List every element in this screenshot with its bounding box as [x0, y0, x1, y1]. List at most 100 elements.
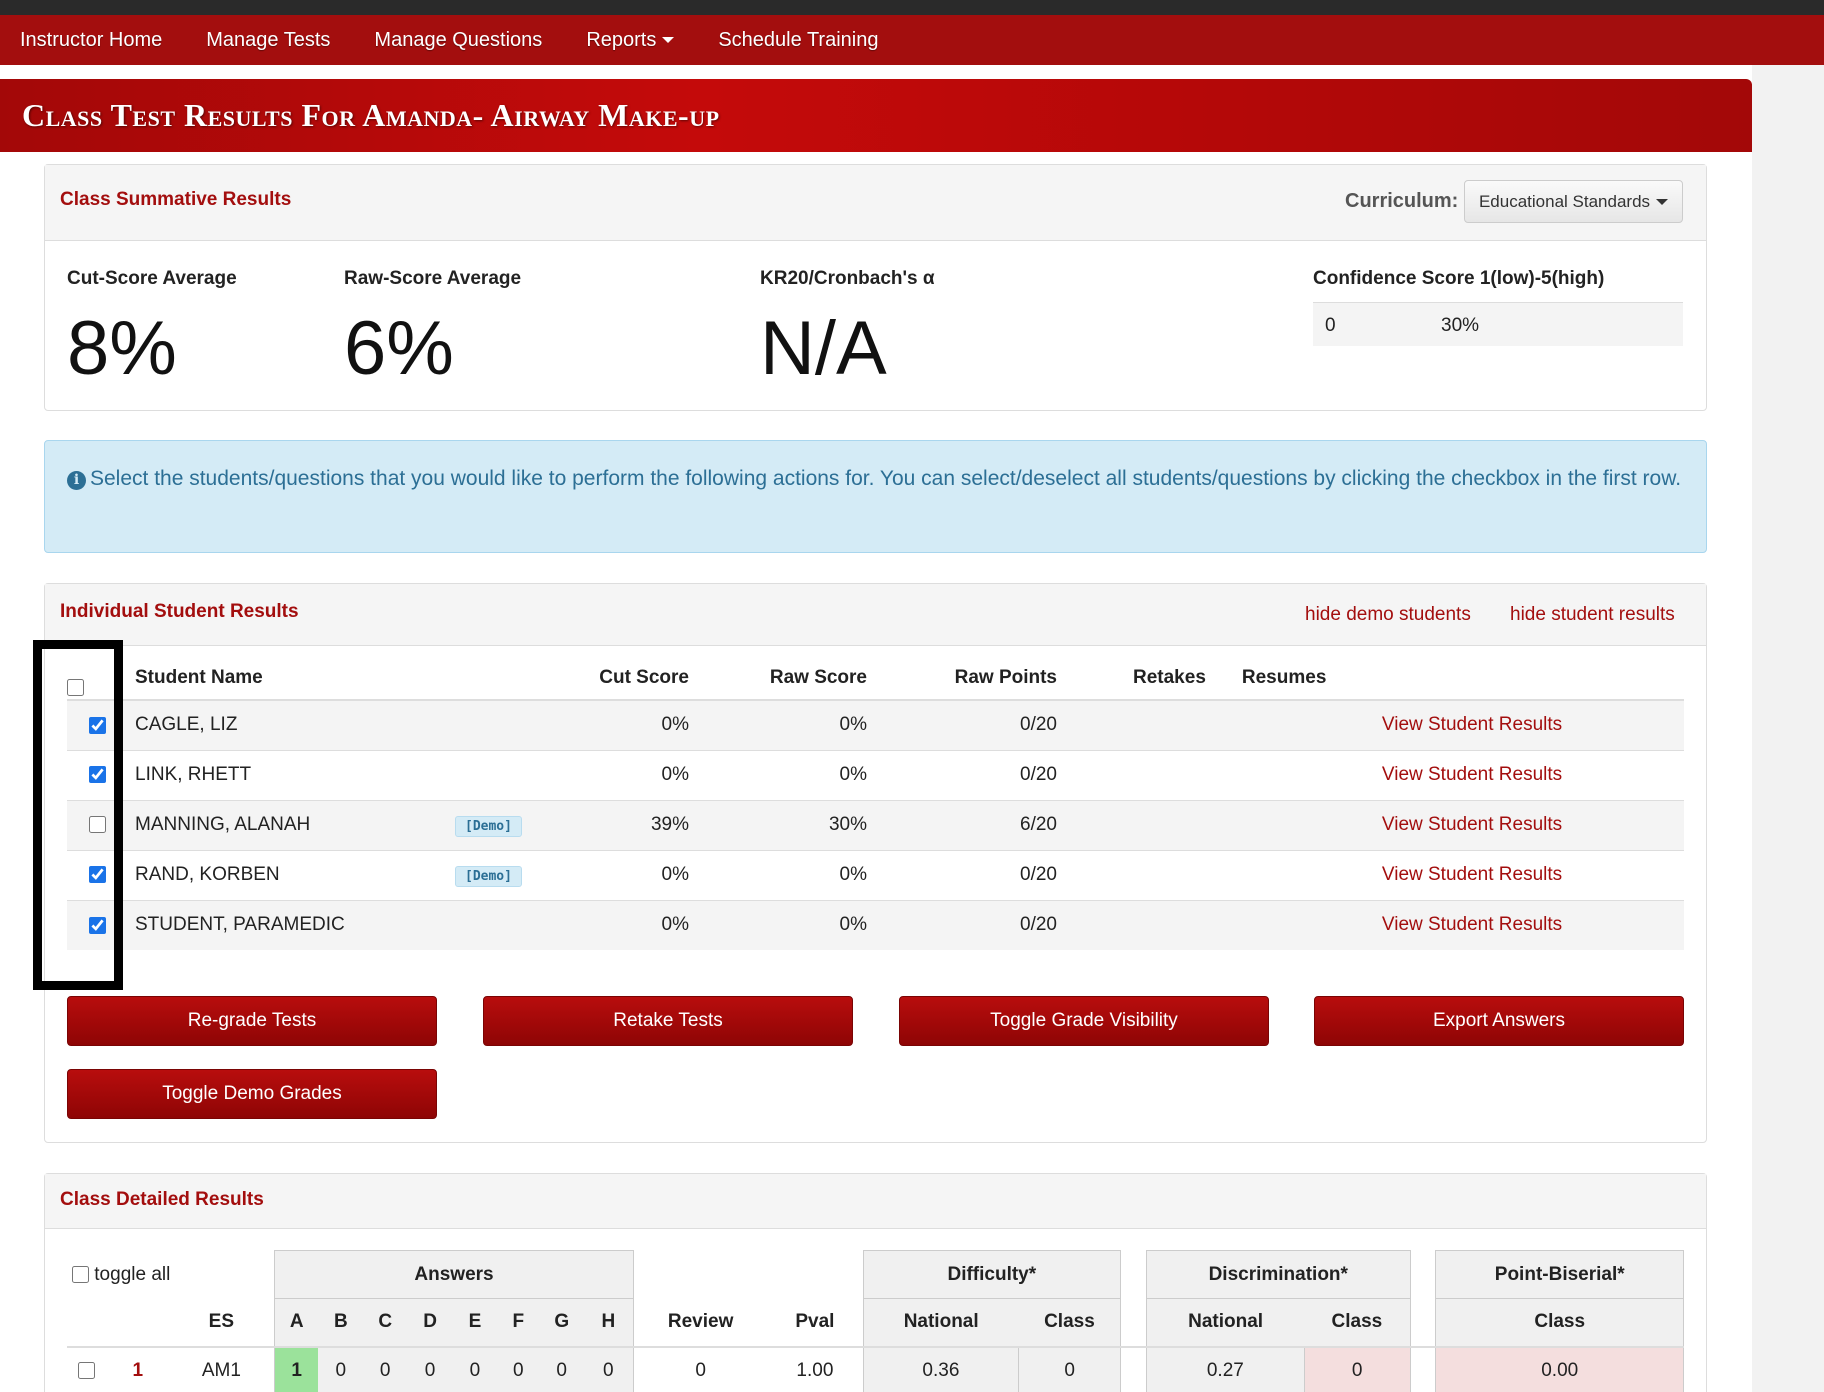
col-answer-g: G [539, 1298, 584, 1348]
answer-a-count: 1 [273, 1346, 319, 1392]
student-name: LINK, RHETT [127, 749, 447, 800]
spacer [1410, 1251, 1436, 1299]
toggle-all-cell: toggle all [67, 1251, 274, 1299]
student-resumes [1213, 699, 1374, 750]
export-answers-button[interactable]: Export Answers [1314, 996, 1684, 1046]
row-es: AM1 [201, 1360, 241, 1381]
summative-panel-header: Class Summative Results Curriculum: Educ… [45, 165, 1706, 241]
student-cut-score: 0% [547, 699, 697, 750]
col-es: ES [168, 1298, 275, 1348]
student-actions-cell: View Student Results [1373, 849, 1684, 900]
spacer [634, 1251, 864, 1299]
student-cut-score: 0% [547, 899, 697, 950]
detail-panel: Class Detailed Results toggle all Answer… [44, 1173, 1707, 1392]
kr20-label: KR20/Cronbach's α [760, 268, 935, 289]
retake-tests-button[interactable]: Retake Tests [483, 996, 853, 1046]
hide-student-results-link[interactable]: hide student results [1510, 604, 1675, 626]
col-answer-c: C [363, 1298, 408, 1348]
row-review: 0 [695, 1360, 706, 1381]
spacer [1121, 1251, 1147, 1299]
row-disc-class: 0 [1304, 1346, 1411, 1392]
student-row: RAND, KORBEN [Demo] 0% 0% 0/20 View Student R… [67, 849, 1684, 900]
toggle-grade-visibility-button[interactable]: Toggle Grade Visibility [899, 996, 1269, 1046]
answer-g-count: 0 [539, 1346, 584, 1392]
detail-subheader-row: ES A B C D E F G H Review Pval National … [67, 1298, 1684, 1348]
student-resumes [1213, 749, 1374, 800]
nav-reports[interactable]: Reports [586, 29, 675, 52]
row-index[interactable]: 1 [107, 1347, 169, 1392]
col-index [106, 1298, 169, 1348]
col-diff-class: Class [1018, 1298, 1122, 1348]
col-cut-score: Cut Score [547, 654, 697, 701]
nav-manage-tests[interactable]: Manage Tests [206, 29, 330, 52]
student-resumes [1213, 849, 1374, 900]
student-cut-score: 39% [547, 799, 697, 850]
toggle-all-checkbox[interactable] [72, 1265, 89, 1283]
student-name: MANNING, ALANAH [127, 799, 447, 850]
answer-e-count: 0 [453, 1346, 497, 1392]
student-name: RAND, KORBEN [127, 849, 447, 900]
page-banner: Class Test Results For Amanda- Airway Ma… [0, 79, 1752, 152]
col-demo [447, 654, 547, 701]
student-row: MANNING, ALANAH [Demo] 39% 30% 6/20 View Stud… [67, 799, 1684, 850]
student-actions-cell: View Student Results [1373, 799, 1684, 850]
toggle-all-label: toggle all [94, 1263, 171, 1285]
spacer [1410, 1347, 1436, 1392]
spacer [1121, 1347, 1147, 1392]
summative-title: Class Summative Results [60, 189, 292, 210]
demo-cell: [Demo] [447, 849, 547, 900]
col-disc-class: Class [1304, 1298, 1411, 1348]
view-student-results-link[interactable]: View Student Results [1382, 914, 1562, 935]
top-utility-strip [0, 0, 1824, 15]
students-table: Student Name Cut Score Raw Score Raw Poi… [67, 654, 1684, 950]
col-select [67, 1298, 107, 1348]
summative-panel: Class Summative Results Curriculum: Educ… [44, 164, 1707, 411]
col-diff-national: National [862, 1298, 1019, 1348]
discrimination-group-header: Discrimination* [1145, 1250, 1411, 1299]
main-navbar: Instructor Home Manage Tests Manage Ques… [0, 15, 1824, 65]
detail-title: Class Detailed Results [60, 1189, 264, 1210]
page-title: Class Test Results For Amanda- Airway Ma… [22, 97, 720, 133]
hide-demo-students-link[interactable]: hide demo students [1305, 604, 1471, 626]
student-raw-score: 0% [697, 899, 875, 950]
student-cut-score: 0% [547, 749, 697, 800]
student-raw-points: 6/20 [875, 799, 1065, 850]
col-raw-points: Raw Points [875, 654, 1065, 701]
difficulty-group-header: Difficulty* [862, 1250, 1122, 1299]
student-raw-score: 30% [697, 799, 875, 850]
view-student-results-link[interactable]: View Student Results [1382, 814, 1562, 835]
view-student-results-link[interactable]: View Student Results [1382, 714, 1562, 735]
spacer [1410, 1298, 1436, 1348]
info-icon: i [67, 471, 86, 490]
view-student-results-link[interactable]: View Student Results [1382, 864, 1562, 885]
student-actions-cell: View Student Results [1373, 899, 1684, 950]
spacer [1120, 1298, 1147, 1348]
col-answer-b: B [318, 1298, 364, 1348]
demo-badge: [Demo] [455, 865, 522, 887]
confidence-row: 0 30% [1313, 302, 1683, 346]
student-raw-score: 0% [697, 849, 875, 900]
curriculum-dropdown[interactable]: Educational Standards [1464, 180, 1683, 223]
detail-panel-header: Class Detailed Results [45, 1174, 1706, 1229]
student-resumes [1213, 899, 1374, 950]
view-student-results-link[interactable]: View Student Results [1382, 764, 1562, 785]
nav-schedule-training[interactable]: Schedule Training [718, 29, 878, 52]
toggle-demo-grades-button[interactable]: Toggle Demo Grades [67, 1069, 437, 1119]
row-1-checkbox[interactable] [78, 1362, 96, 1380]
col-resumes: Resumes [1213, 654, 1374, 701]
col-disc-national: National [1145, 1298, 1305, 1348]
nav-manage-questions[interactable]: Manage Questions [374, 29, 542, 52]
student-name: STUDENT, PARAMEDIC [127, 899, 447, 950]
regrade-tests-button[interactable]: Re-grade Tests [67, 996, 437, 1046]
answer-b-count: 0 [318, 1346, 364, 1392]
answer-f-count: 0 [496, 1346, 540, 1392]
students-header-row: Student Name Cut Score Raw Score Raw Poi… [67, 654, 1684, 701]
confidence-label: Confidence Score 1(low)-5(high) [1313, 268, 1605, 289]
student-retakes [1065, 799, 1214, 850]
col-pval: Pval [767, 1298, 864, 1348]
col-answer-a: A [273, 1298, 319, 1348]
nav-instructor-home[interactable]: Instructor Home [20, 29, 162, 52]
row-disc-national: 0.27 [1145, 1346, 1305, 1392]
caret-down-icon [662, 37, 675, 44]
checkbox-highlight-box [33, 640, 123, 990]
